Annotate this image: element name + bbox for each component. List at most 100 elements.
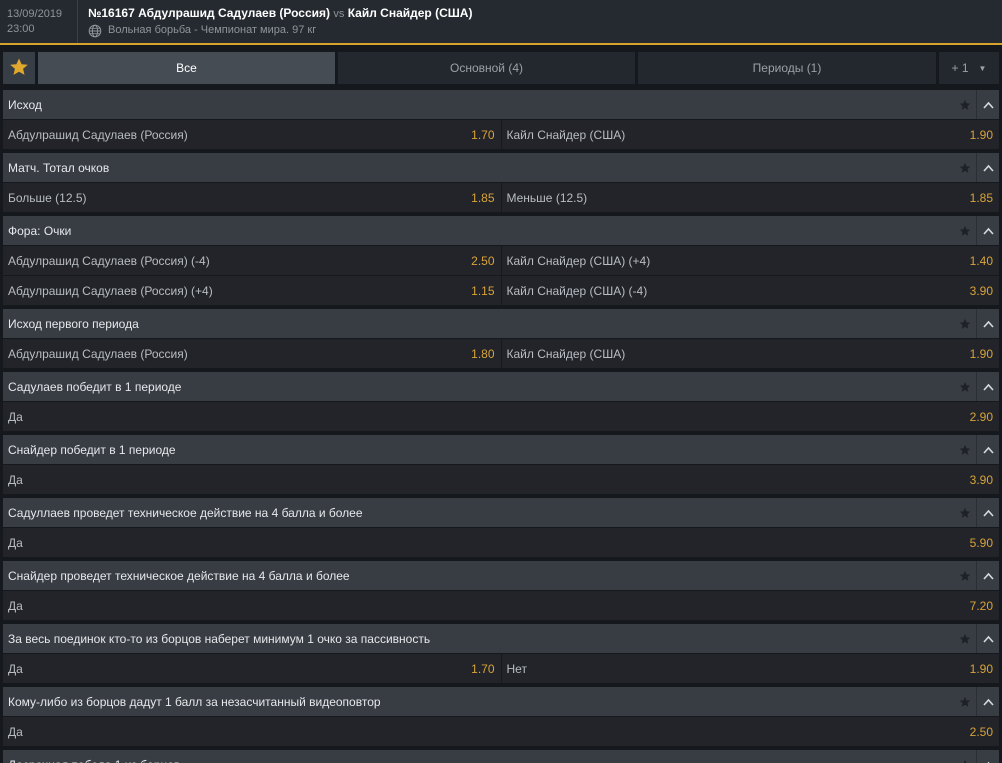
outcome-button[interactable]: Кайл Снайдер (США) (-4) 3.90 (500, 276, 1000, 305)
outcome-odd: 2.50 (471, 253, 495, 268)
tab-periods[interactable]: Периоды (1) (638, 52, 936, 84)
market-header[interactable]: Снайдер проведет техническое действие на… (3, 561, 999, 590)
outcome-odd: 2.90 (969, 409, 993, 424)
market-header[interactable]: За весь поединок кто-то из борцов набере… (3, 624, 999, 653)
market-title: Садуллаев проведет техническое действие … (8, 505, 363, 520)
chevron-up-icon[interactable] (976, 309, 999, 338)
star-icon[interactable] (954, 435, 976, 464)
outcome-odd: 1.70 (471, 661, 495, 676)
star-icon[interactable] (954, 750, 976, 763)
star-icon[interactable] (954, 309, 976, 338)
market-tabs: Все Основной (4) Периоды (1) + 1 ▼ (0, 50, 1002, 86)
event-time: 23:00 (7, 23, 35, 35)
outcome-label: Кайл Снайдер (США) (-4) (506, 283, 648, 298)
outcome-odd: 7.20 (969, 598, 993, 613)
market-controls (954, 153, 999, 182)
star-icon (9, 57, 29, 80)
market-title: Фора: Очки (8, 223, 72, 238)
tab-main[interactable]: Основной (4) (338, 52, 635, 84)
market-header[interactable]: Матч. Тотал очков (3, 153, 999, 182)
outcome-label: Да (8, 724, 23, 739)
tab-all[interactable]: Все (38, 52, 335, 84)
outcome-button[interactable]: Абдулрашид Садулаев (Россия) (-4) 2.50 (3, 246, 501, 275)
outcome-label: Да (8, 661, 23, 676)
outcome-button[interactable]: Кайл Снайдер (США) 1.90 (500, 339, 1000, 368)
outcome-row: Да 2.50 (3, 717, 999, 746)
star-icon[interactable] (954, 216, 976, 245)
outcome-button[interactable]: Меньше (12.5) 1.85 (500, 183, 1000, 212)
player2-name: Кайл Снайдер (США) (347, 6, 473, 20)
market-block: Снайдер победит в 1 периоде Да 3.90 (3, 435, 999, 494)
market-header[interactable]: Фора: Очки (3, 216, 999, 245)
market-header[interactable]: Исход первого периода (3, 309, 999, 338)
outcome-row: Да 1.70 Нет 1.90 (3, 654, 999, 683)
star-icon[interactable] (954, 90, 976, 119)
outcome-button[interactable]: Кайл Снайдер (США) 1.90 (500, 120, 1000, 149)
event-subtitle: Вольная борьба - Чемпионат мира. 97 кг (108, 24, 317, 36)
outcome-odd: 1.90 (969, 661, 993, 676)
chevron-up-icon[interactable] (976, 372, 999, 401)
outcome-label: Нет (506, 661, 527, 676)
star-icon[interactable] (954, 153, 976, 182)
outcome-button[interactable]: Нет 1.90 (500, 654, 1000, 683)
market-block: Исход Абдулрашид Садулаев (Россия) 1.70 Кай… (3, 90, 999, 149)
outcome-button[interactable]: Абдулрашид Садулаев (Россия) 1.80 (3, 339, 501, 368)
outcome-button[interactable]: Да 3.90 (3, 465, 999, 494)
market-controls (954, 216, 999, 245)
favorites-tab[interactable] (3, 52, 35, 84)
event-info: №16167 Абдулрашид Садулаев (Россия) vs К… (88, 5, 472, 38)
chevron-up-icon[interactable] (976, 90, 999, 119)
market-title: Исход (8, 97, 42, 112)
market-header[interactable]: Кому-либо из борцов дадут 1 балл за неза… (3, 687, 999, 716)
market-header[interactable]: Садулаев победит в 1 периоде (3, 372, 999, 401)
outcome-button[interactable]: Да 2.90 (3, 402, 999, 431)
market-controls (954, 624, 999, 653)
outcome-row: Абдулрашид Садулаев (Россия) (-4) 2.50 Кай… (3, 246, 999, 275)
outcome-odd: 2.50 (969, 724, 993, 739)
outcome-label: Абдулрашид Садулаев (Россия) (+4) (8, 283, 213, 298)
outcome-row: Да 3.90 (3, 465, 999, 494)
outcome-row: Абдулрашид Садулаев (Россия) 1.80 Кайл Сна… (3, 339, 999, 368)
chevron-up-icon[interactable] (976, 498, 999, 527)
outcome-button[interactable]: Абдулрашид Садулаев (Россия) 1.70 (3, 120, 501, 149)
more-tabs-dropdown[interactable]: + 1 ▼ (939, 52, 999, 84)
chevron-up-icon[interactable] (976, 687, 999, 716)
market-block: Исход первого периода Абдулрашид Садулаев… (3, 309, 999, 368)
star-icon[interactable] (954, 372, 976, 401)
outcome-button[interactable]: Да 2.50 (3, 717, 999, 746)
chevron-up-icon[interactable] (976, 750, 999, 763)
outcome-button[interactable]: Кайл Снайдер (США) (+4) 1.40 (500, 246, 1000, 275)
chevron-up-icon[interactable] (976, 216, 999, 245)
chevron-up-icon[interactable] (976, 435, 999, 464)
market-block: Садуллаев проведет техническое действие … (3, 498, 999, 557)
market-block: Снайдер проведет техническое действие на… (3, 561, 999, 620)
market-header[interactable]: Досрочная победа 1 из борцов (3, 750, 999, 763)
star-icon[interactable] (954, 498, 976, 527)
chevron-up-icon[interactable] (976, 153, 999, 182)
chevron-up-icon[interactable] (976, 561, 999, 590)
outcome-button[interactable]: Да 7.20 (3, 591, 999, 620)
star-icon[interactable] (954, 561, 976, 590)
outcome-button[interactable]: Абдулрашид Садулаев (Россия) (+4) 1.15 (3, 276, 501, 305)
outcome-odd: 1.85 (969, 190, 993, 205)
market-header[interactable]: Исход (3, 90, 999, 119)
market-title: Исход первого периода (8, 316, 139, 331)
outcome-button[interactable]: Да 5.90 (3, 528, 999, 557)
market-block: За весь поединок кто-то из борцов набере… (3, 624, 999, 683)
outcome-label: Да (8, 598, 23, 613)
outcome-button[interactable]: Больше (12.5) 1.85 (3, 183, 501, 212)
outcome-row: Да 5.90 (3, 528, 999, 557)
outcome-odd: 3.90 (969, 472, 993, 487)
market-header[interactable]: Снайдер победит в 1 периоде (3, 435, 999, 464)
star-icon[interactable] (954, 624, 976, 653)
market-header[interactable]: Садуллаев проведет техническое действие … (3, 498, 999, 527)
markets-list: Исход Абдулрашид Садулаев (Россия) 1.70 Кай… (3, 90, 999, 763)
outcome-odd: 1.90 (969, 127, 993, 142)
outcome-odd: 1.70 (471, 127, 495, 142)
outcome-button[interactable]: Да 1.70 (3, 654, 501, 683)
chevron-up-icon[interactable] (976, 624, 999, 653)
outcome-label: Да (8, 472, 23, 487)
market-title: За весь поединок кто-то из борцов набере… (8, 631, 431, 646)
outcome-label: Абдулрашид Садулаев (Россия) (-4) (8, 253, 210, 268)
star-icon[interactable] (954, 687, 976, 716)
